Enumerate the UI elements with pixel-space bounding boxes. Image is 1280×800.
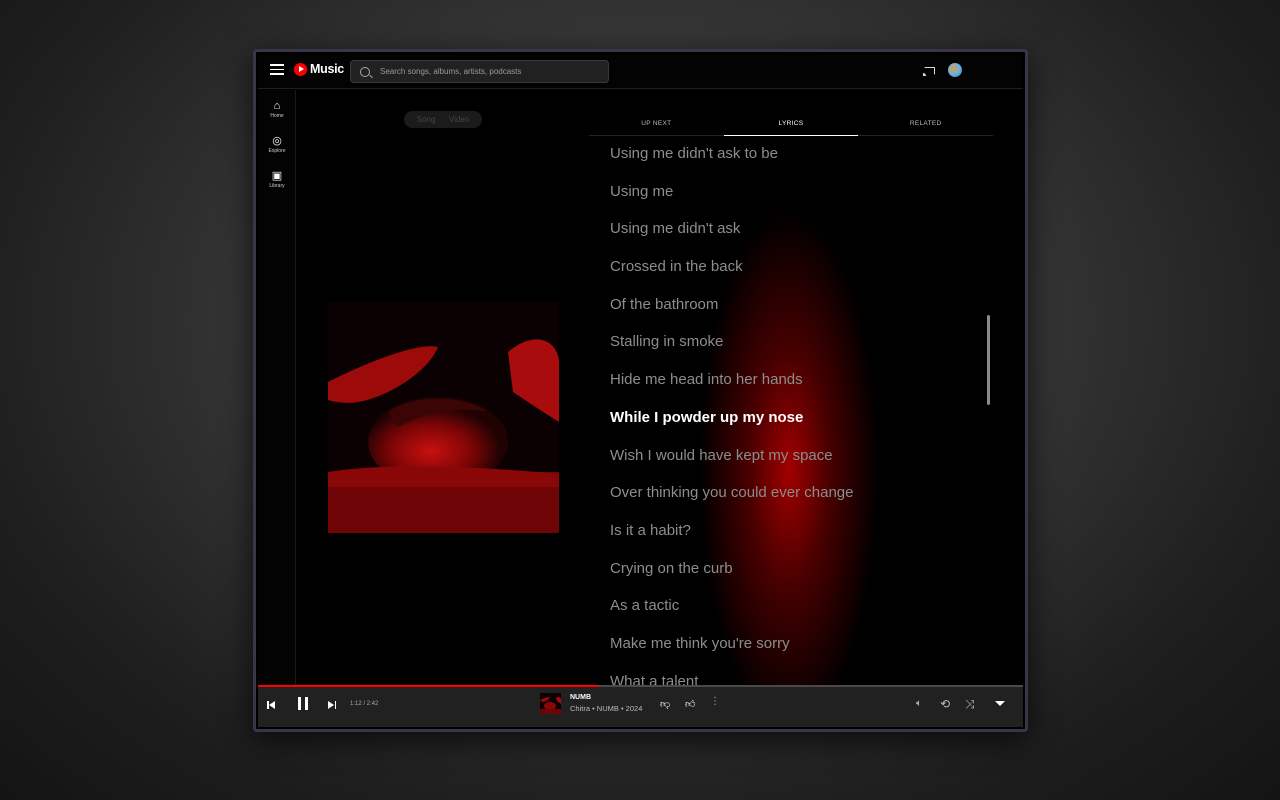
tab-up-next[interactable]: UP NEXT: [589, 110, 724, 135]
library-icon: ▣: [271, 170, 283, 182]
sidebar-item-library[interactable]: ▣ Library: [258, 170, 296, 189]
repeat-icon[interactable]: ⟲: [940, 697, 950, 711]
album-art: [328, 302, 559, 533]
lyric-line: As a tactic: [610, 597, 680, 615]
volume-icon[interactable]: 🔈︎: [916, 698, 922, 709]
lyric-line: Using me didn't ask: [610, 220, 741, 238]
lyric-line: Using me didn't ask to be: [610, 145, 778, 162]
track-thumbnail[interactable]: [540, 693, 561, 714]
search-icon: [360, 66, 370, 77]
chevron-down-icon[interactable]: [995, 701, 1005, 706]
lyric-line: Hide me head into her hands: [610, 371, 803, 389]
top-bar: Music: [258, 54, 1023, 89]
hamburger-menu-icon[interactable]: [270, 64, 284, 76]
album-art-image: [328, 302, 559, 533]
side-panel: UP NEXT LYRICS RELATED Using me didn't a…: [589, 90, 993, 685]
thumbs-down-icon[interactable]: 👎︎: [660, 698, 670, 710]
pause-icon[interactable]: [296, 697, 310, 711]
compass-icon: ◎: [272, 135, 282, 147]
avatar[interactable]: [948, 63, 962, 77]
sidebar-item-label: Explore: [268, 148, 286, 154]
previous-track-icon[interactable]: [267, 700, 277, 710]
logo-text: Music: [310, 62, 344, 76]
home-icon: ⌂: [273, 100, 281, 112]
search-input[interactable]: [380, 67, 600, 76]
search-bar[interactable]: [350, 60, 609, 83]
thumbs-up-icon[interactable]: 👍︎: [685, 698, 695, 710]
lyric-line: Of the bathroom: [610, 295, 719, 313]
song-video-toggle: Song Video: [404, 111, 482, 128]
track-thumbnail-image: [540, 693, 561, 714]
track-subtitle[interactable]: Chitra • NUMB • 2024: [570, 704, 642, 713]
app-content: Music ⌂ Home ◎ Explore ▣ Library Song Vi…: [258, 54, 1023, 727]
current-lyric-line: While I powder up my nose: [610, 408, 804, 426]
sidebar: ⌂ Home ◎ Explore ▣ Library: [258, 90, 296, 685]
lyric-line: Crossed in the back: [610, 258, 743, 276]
app-window: Music ⌂ Home ◎ Explore ▣ Library Song Vi…: [253, 49, 1028, 732]
lyric-line: Stalling in smoke: [610, 333, 724, 351]
song-toggle-option[interactable]: Song: [417, 115, 436, 124]
track-title[interactable]: NUMB: [570, 694, 591, 701]
progress-bar[interactable]: [258, 685, 1023, 687]
sidebar-item-label: Library: [269, 183, 285, 189]
lyric-line: Wish I would have kept my space: [610, 446, 833, 464]
lyric-line: Is it a habit?: [610, 521, 691, 539]
lyric-line: Using me: [610, 182, 674, 200]
cast-icon[interactable]: [923, 67, 935, 76]
lyric-line: Crying on the curb: [610, 559, 733, 577]
next-track-icon[interactable]: [328, 700, 338, 710]
app-logo[interactable]: Music: [294, 62, 344, 76]
time-display: 1:12 / 2:42: [350, 701, 379, 707]
tab-related[interactable]: RELATED: [858, 110, 993, 135]
lyrics-scrollbar[interactable]: [987, 315, 990, 405]
lyric-line: Over thinking you could ever change: [610, 484, 854, 502]
player-bar: 1:12 / 2:42 NUMB Chitra • NUMB • 2024 👎︎…: [258, 685, 1023, 727]
lyrics-list: Using me didn't ask to be Using me Using…: [610, 144, 980, 685]
shuffle-icon[interactable]: ⤨: [965, 697, 975, 712]
more-options-icon[interactable]: ⋮: [710, 696, 720, 707]
sidebar-item-label: Home: [270, 113, 284, 119]
tab-lyrics[interactable]: LYRICS: [723, 110, 859, 136]
progress-fill: [258, 685, 598, 687]
play-logo-icon: [294, 62, 307, 76]
lyric-line: Make me think you're sorry: [610, 634, 790, 652]
sidebar-item-home[interactable]: ⌂ Home: [258, 100, 296, 119]
sidebar-item-explore[interactable]: ◎ Explore: [258, 135, 296, 154]
lyric-line: What a talent: [610, 672, 699, 685]
video-toggle-option[interactable]: Video: [449, 115, 469, 124]
panel-tabs: UP NEXT LYRICS RELATED: [589, 110, 993, 136]
